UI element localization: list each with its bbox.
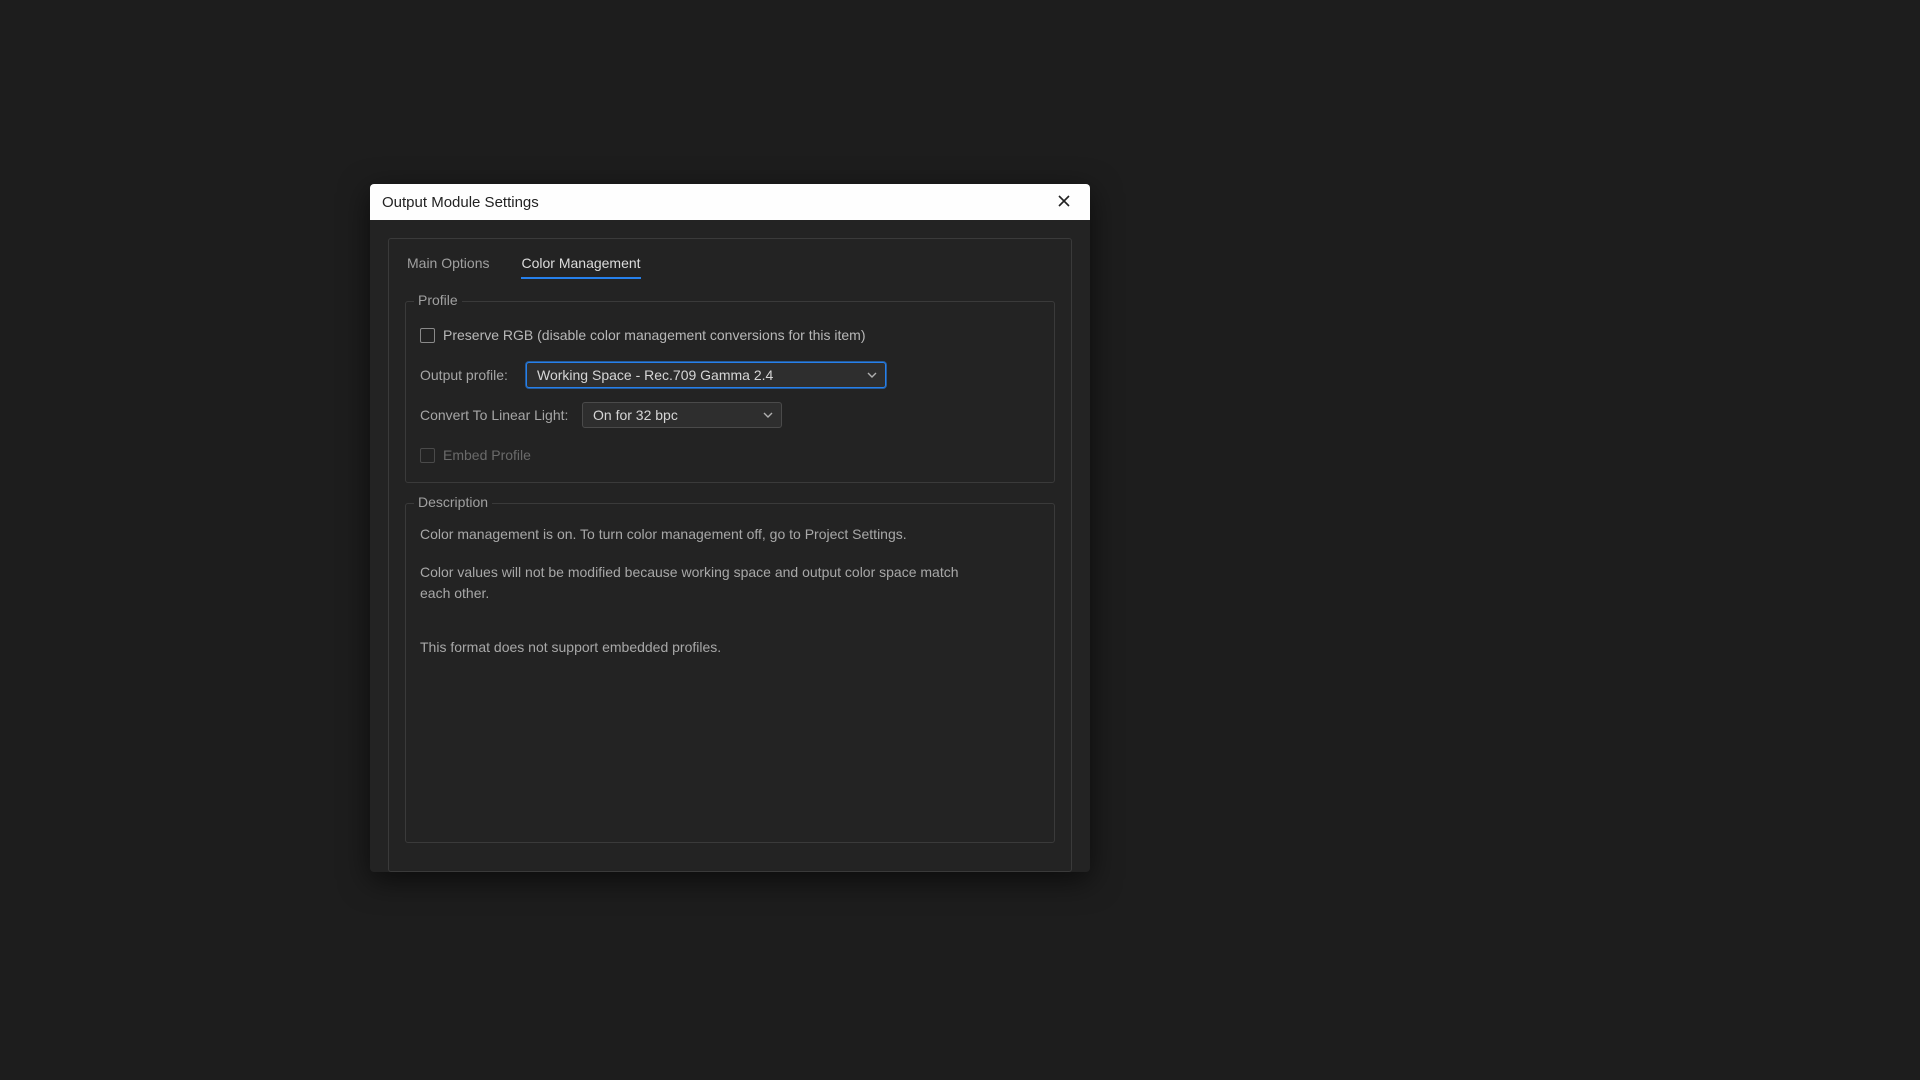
dialog-title: Output Module Settings — [382, 194, 539, 211]
embed-profile-row: Embed Profile — [420, 442, 1040, 468]
tab-color-management[interactable]: Color Management — [521, 255, 640, 279]
preserve-rgb-label: Preserve RGB (disable color management c… — [443, 327, 866, 343]
close-icon — [1056, 193, 1072, 212]
settings-panel: Main Options Color Management Profile Pr… — [388, 238, 1072, 872]
description-legend: Description — [414, 494, 492, 510]
dialog-content: Main Options Color Management Profile Pr… — [370, 220, 1090, 872]
chevron-down-icon — [763, 410, 773, 420]
profile-group: Profile Preserve RGB (disable color mana… — [405, 301, 1055, 483]
convert-linear-row: Convert To Linear Light: On for 32 bpc — [420, 402, 1040, 428]
convert-linear-label: Convert To Linear Light: — [420, 407, 572, 423]
preserve-rgb-checkbox[interactable] — [420, 328, 435, 343]
tab-main-options[interactable]: Main Options — [407, 255, 489, 279]
output-profile-value: Working Space - Rec.709 Gamma 2.4 — [537, 367, 773, 383]
embed-profile-checkbox — [420, 448, 435, 463]
output-profile-select[interactable]: Working Space - Rec.709 Gamma 2.4 — [526, 362, 886, 388]
output-module-settings-dialog: Output Module Settings Main Options Colo… — [370, 184, 1090, 872]
output-profile-row: Output profile: Working Space - Rec.709 … — [420, 362, 1040, 388]
preserve-rgb-row: Preserve RGB (disable color management c… — [420, 322, 1040, 348]
convert-linear-select[interactable]: On for 32 bpc — [582, 402, 782, 428]
close-button[interactable] — [1050, 188, 1078, 216]
tab-bar: Main Options Color Management — [405, 255, 1055, 279]
chevron-down-icon — [867, 370, 877, 380]
profile-legend: Profile — [414, 292, 462, 308]
description-line-2: Color values will not be modified becaus… — [420, 562, 980, 603]
embed-profile-label: Embed Profile — [443, 447, 531, 463]
description-line-3: This format does not support embedded pr… — [420, 637, 980, 657]
description-line-1: Color management is on. To turn color ma… — [420, 524, 980, 544]
output-profile-label: Output profile: — [420, 367, 516, 383]
description-group: Description Color management is on. To t… — [405, 503, 1055, 843]
dialog-titlebar: Output Module Settings — [370, 184, 1090, 220]
convert-linear-value: On for 32 bpc — [593, 407, 678, 423]
